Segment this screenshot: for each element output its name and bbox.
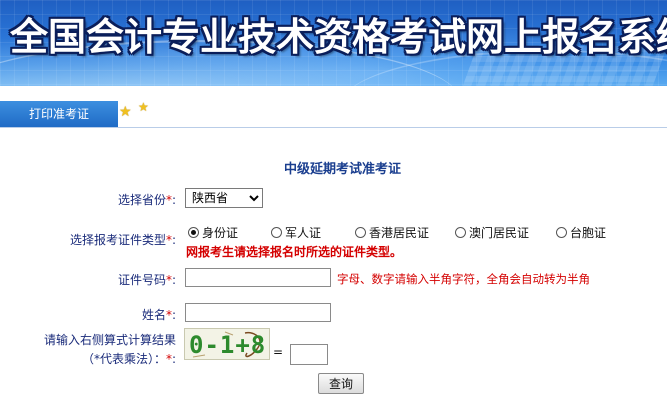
radio-button[interactable]: [455, 227, 466, 238]
id-number-label-text: 证件号码: [117, 273, 166, 287]
id-number-label: 证件号码*:: [118, 271, 176, 288]
id-type-radio-hongkong[interactable]: 香港居民证: [355, 224, 429, 241]
radio-button[interactable]: [355, 227, 366, 238]
radio-button[interactable]: [556, 227, 567, 238]
radio-button[interactable]: [271, 227, 282, 238]
id-type-radio-id-card[interactable]: 身份证: [188, 224, 238, 241]
name-label-text: 姓名: [141, 308, 166, 322]
label-colon: :: [171, 273, 176, 287]
name-input[interactable]: [185, 303, 331, 322]
radio-label: 香港居民证: [369, 226, 430, 240]
banner-title: 全国会计专业技术资格考试网上报名系统: [10, 14, 667, 59]
star-icon-small: ★: [138, 100, 149, 114]
captcha-label-line2-text: （*代表乘法）：: [81, 352, 166, 366]
label-colon: :: [171, 193, 176, 207]
id-number-hint: 字母、数字请输入半角字符，全角会自动转为半角: [337, 272, 590, 286]
radio-label: 台胞证: [570, 226, 607, 240]
id-type-notice: 网报考生请选择报名时所选的证件类型。: [186, 245, 403, 259]
id-type-radio-taiwan[interactable]: 台胞证: [556, 224, 606, 241]
id-number-input[interactable]: [185, 268, 331, 287]
equals-sign: =: [273, 345, 284, 359]
id-type-label: 选择报考证件类型*:: [70, 231, 176, 248]
star-icon: ★: [119, 104, 132, 120]
captcha-label-line2: （*代表乘法）：*:: [82, 350, 176, 367]
name-label: 姓名*:: [142, 306, 176, 323]
radio-label: 军人证: [285, 226, 322, 240]
id-type-radio-military[interactable]: 军人证: [271, 224, 321, 241]
radio-label: 身份证: [202, 226, 239, 240]
label-colon: :: [171, 308, 176, 322]
label-colon: :: [171, 352, 176, 366]
radio-label: 澳门居民证: [469, 226, 530, 240]
page-title: 中级延期考试准考证: [283, 162, 401, 177]
captcha-image[interactable]: 0-1+8: [184, 328, 270, 360]
captcha-text: 0-1+8: [189, 331, 267, 359]
tab-bar: 打印准考证: [0, 101, 667, 128]
label-colon: :: [171, 233, 176, 247]
query-button[interactable]: 查询: [318, 373, 364, 394]
province-label: 选择省份*:: [118, 191, 176, 208]
id-type-radio-macau[interactable]: 澳门居民证: [455, 224, 529, 241]
province-label-text: 选择省份: [117, 193, 166, 207]
tab-print-admission-ticket[interactable]: 打印准考证: [0, 101, 118, 127]
captcha-answer-input[interactable]: [290, 344, 328, 365]
radio-button-checked[interactable]: [188, 227, 199, 238]
header-banner: 全国会计专业技术资格考试网上报名系统: [0, 0, 667, 86]
id-type-label-text: 选择报考证件类型: [69, 233, 166, 247]
captcha-label-line1: 请输入右侧算式计算结果: [43, 333, 176, 347]
province-select[interactable]: 陕西省: [185, 188, 263, 208]
